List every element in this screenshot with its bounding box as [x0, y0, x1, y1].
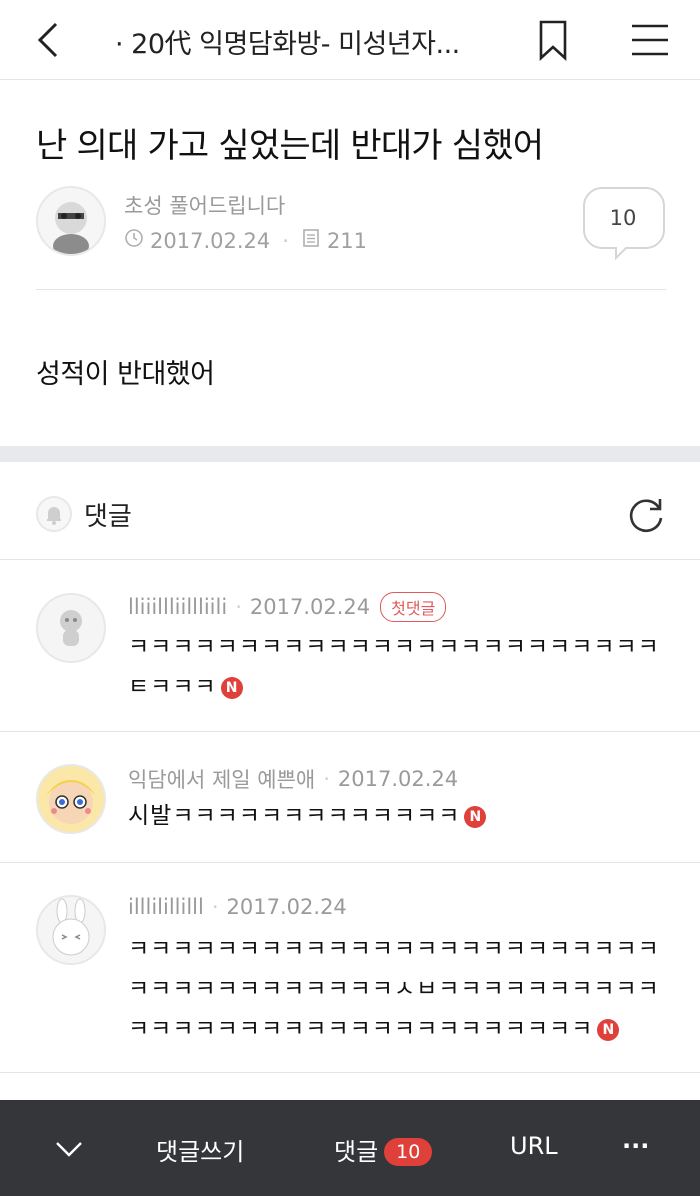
commenter-avatar[interactable]: [36, 764, 106, 834]
refresh-button[interactable]: [626, 494, 668, 536]
comment-item: 익담에서 제일 예쁜애 · 2017.02.24 시발ㅋㅋㅋㅋㅋㅋㅋㅋㅋㅋㅋㅋㅋ…: [0, 732, 700, 863]
avatar-character-icon: [60, 610, 82, 646]
comment-date: 2017.02.24: [249, 595, 371, 619]
comment-text-block: ㅋㅋㅋㅋㅋㅋㅋㅋㅋㅋㅋㅋㅋㅋㅋㅋㅋㅋㅋㅋㅋㅋㅋㅋㅋㅋㅋㅋㅋㅋㅋㅋㅋㅋㅋㅋㅅㅂㅋㅋ…: [128, 929, 668, 1049]
comment-date: 2017.02.24: [226, 895, 347, 919]
bookmark-icon: [539, 20, 567, 61]
comment-text: ㅋㅋㅋㅋㅋㅋㅋㅋㅋㅋㅋㅋㅋㅋㅋㅋㅋㅋㅋㅋㅋㅋㅋㅋㅋㅋㅋㅋㅋㅋㅋㅋㅋㅋㅋㅋㅅㅂㅋㅋ…: [128, 936, 660, 1042]
back-button[interactable]: [30, 20, 70, 60]
author-avatar[interactable]: [36, 186, 106, 256]
meta-separator: ·: [323, 767, 330, 791]
avatar-character-icon: [53, 202, 89, 254]
bottom-action-bar: 댓글쓰기 댓글 10 URL ···: [0, 1100, 700, 1196]
first-comment-badge: 첫댓글: [380, 592, 447, 622]
chevron-left-icon: [37, 22, 58, 58]
avatar-character-icon: [46, 780, 96, 824]
meta-separator: ·: [211, 895, 219, 919]
post-body: 성적이 반대했어: [36, 359, 215, 390]
commenter-avatar[interactable]: [36, 895, 106, 965]
views-icon: [301, 228, 321, 253]
bookmark-button[interactable]: [533, 18, 573, 62]
commenter-name[interactable]: illlilillilll: [128, 895, 204, 919]
menu-button[interactable]: [628, 20, 672, 60]
author-name[interactable]: 초성 풀어드립니다: [124, 190, 285, 220]
divider: [36, 289, 666, 290]
top-nav-bar: · 20代 익명담화방- 미성년자...: [0, 0, 700, 80]
comments-count-badge: 10: [384, 1138, 433, 1166]
post-date: 2017.02.24: [150, 228, 271, 253]
comments-header: 댓글: [0, 462, 700, 560]
new-badge: N: [464, 806, 487, 828]
hamburger-menu-icon: [632, 24, 668, 56]
meta-separator: ·: [235, 595, 242, 619]
write-comment-button[interactable]: 댓글쓰기: [156, 1132, 244, 1167]
meta-separator: ·: [282, 228, 289, 253]
comment-text: ㅋㅋㅋㅋㅋㅋㅋㅋㅋㅋㅋㅋㅋㅋㅋㅋㅋㅋㅋㅋㅋㅋㅋㅋㅌㅋㅋㅋ: [128, 634, 660, 700]
comments-label: 댓글: [84, 502, 132, 532]
board-title[interactable]: · 20代 익명담화방- 미성년자...: [115, 22, 510, 61]
post-meta: 2017.02.24 · 211: [124, 228, 367, 253]
avatar-character-icon: [52, 898, 90, 956]
comment-meta: illlilillilll · 2017.02.24: [128, 895, 347, 919]
post-title: 난 의대 가고 싶었는데 반대가 심했어: [36, 126, 544, 166]
refresh-icon: [629, 499, 663, 533]
bell-icon[interactable]: [36, 496, 72, 532]
new-badge: N: [597, 1019, 620, 1041]
comment-item: lliiillliillliili · 2017.02.24 첫댓글 ㅋㅋㅋㅋㅋ…: [0, 561, 700, 732]
comment-date: 2017.02.24: [337, 767, 459, 791]
new-badge: N: [220, 677, 243, 699]
comment-text: 시발ㅋㅋㅋㅋㅋㅋㅋㅋㅋㅋㅋㅋㅋ: [128, 803, 461, 829]
comment-item: illlilillilll · 2017.02.24 ㅋㅋㅋㅋㅋㅋㅋㅋㅋㅋㅋㅋㅋ…: [0, 863, 700, 1073]
commenter-name[interactable]: 익담에서 제일 예쁜애: [128, 764, 315, 794]
commenter-name[interactable]: lliiillliillliili: [128, 595, 227, 619]
clock-icon: [124, 228, 144, 253]
section-separator: [0, 446, 700, 462]
comments-button[interactable]: 댓글 10: [334, 1132, 433, 1167]
comment-meta: 익담에서 제일 예쁜애 · 2017.02.24: [128, 764, 458, 794]
view-count: 211: [326, 228, 368, 253]
comments-button-label: 댓글: [334, 1138, 379, 1166]
url-button[interactable]: URL: [510, 1132, 558, 1160]
comment-text-block: 시발ㅋㅋㅋㅋㅋㅋㅋㅋㅋㅋㅋㅋㅋ N: [128, 796, 668, 836]
more-button[interactable]: ···: [622, 1132, 649, 1160]
chevron-down-icon: [56, 1142, 82, 1157]
commenter-avatar[interactable]: [36, 593, 106, 663]
comment-meta: lliiillliillliili · 2017.02.24 첫댓글: [128, 592, 447, 622]
comment-text-block: ㅋㅋㅋㅋㅋㅋㅋㅋㅋㅋㅋㅋㅋㅋㅋㅋㅋㅋㅋㅋㅋㅋㅋㅋㅌㅋㅋㅋ N: [128, 627, 668, 707]
comment-count: 10: [609, 206, 637, 230]
collapse-button[interactable]: [54, 1138, 84, 1164]
